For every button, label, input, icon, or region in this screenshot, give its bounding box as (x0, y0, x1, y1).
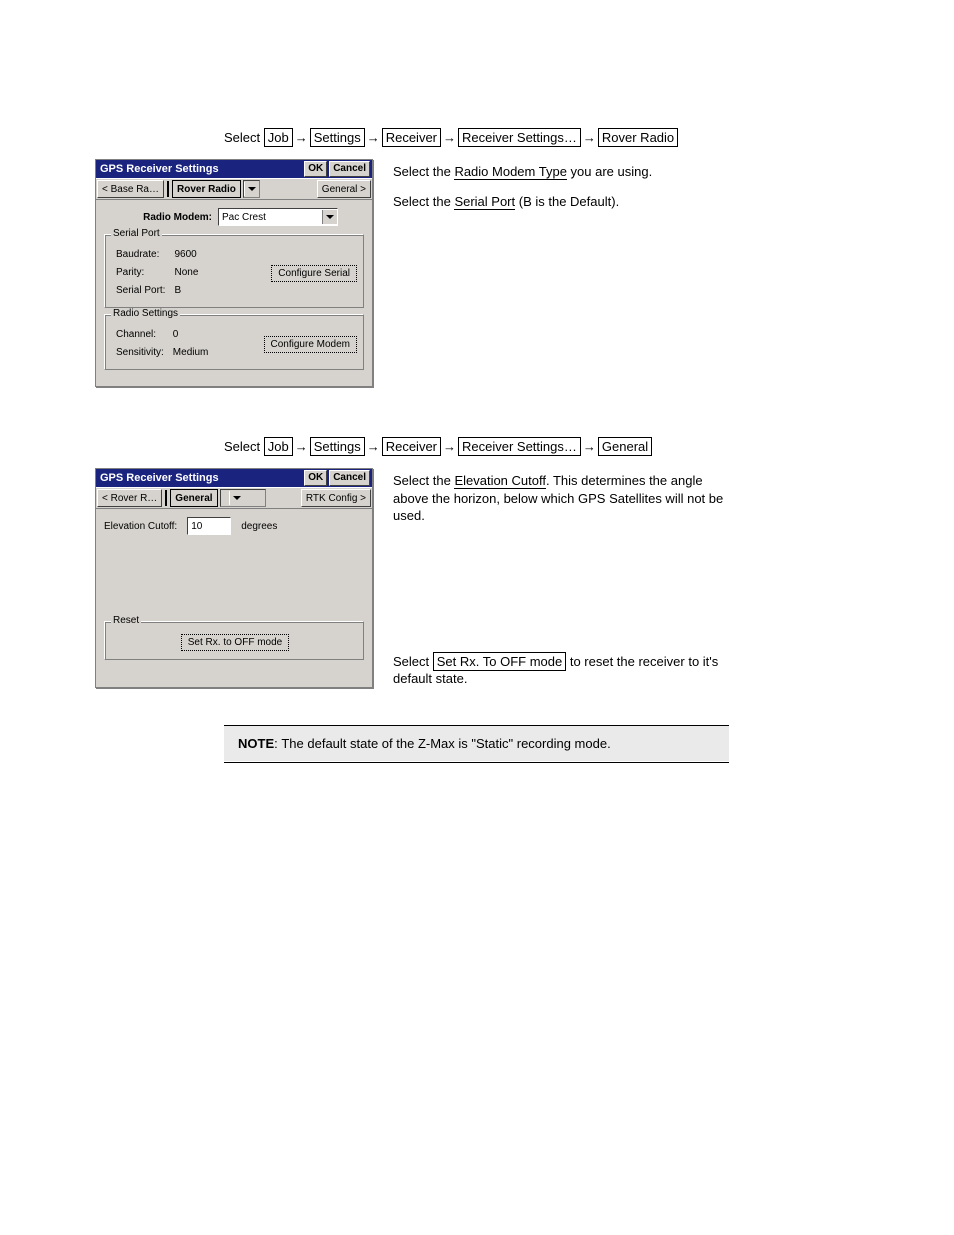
tab-next[interactable]: General > (317, 180, 371, 198)
crumb-receiver-2: Receiver (382, 437, 441, 456)
tab-current-label-2: General (175, 493, 212, 504)
tab-current[interactable]: Rover Radio (172, 180, 241, 198)
crumb-receiver-settings: Receiver Settings… (458, 128, 581, 147)
elevation-cutoff-input[interactable]: 10 (187, 517, 231, 535)
instructions-rover-radio: Select the Radio Modem Type you are usin… (393, 159, 652, 222)
tab-current-2[interactable]: General (170, 489, 217, 507)
tab-row: < Base Ra… Rover Radio General > (96, 178, 372, 200)
crumb-settings: Settings (310, 128, 365, 147)
radio-settings-legend: Radio Settings (111, 308, 180, 319)
serial-port-legend: Serial Port (111, 228, 162, 239)
serial-port-values: Baudrate:9600 Parity:None Serial Port:B (113, 245, 201, 301)
note-block: NOTE: The default state of the Z-Max is … (224, 724, 729, 763)
tab-current-label: Rover Radio (177, 184, 236, 195)
ok-button[interactable]: OK (304, 161, 327, 177)
window-title-2: GPS Receiver Settings (100, 472, 302, 484)
tab-dropdown[interactable] (243, 180, 260, 198)
radio-modem-value: Pac Crest (219, 212, 322, 223)
crumb-settings-2: Settings (310, 437, 365, 456)
note-label: NOTE (238, 736, 274, 751)
tab-row-2: < Rover R… General RTK Config > (96, 487, 372, 509)
cancel-button[interactable]: Cancel (329, 161, 370, 177)
elevation-cutoff-label: Elevation Cutoff: (104, 521, 177, 532)
crumb-rover-radio: Rover Radio (598, 128, 678, 147)
note-text: The default state of the Z-Max is "Stati… (281, 736, 610, 751)
breadcrumb-general: Select Job→Settings→Receiver→Receiver Se… (224, 439, 859, 454)
titlebar: GPS Receiver Settings OK Cancel (96, 160, 372, 178)
radio-modem-select[interactable]: Pac Crest (218, 208, 338, 226)
crumb-job: Job (264, 128, 293, 147)
dialog-general: GPS Receiver Settings OK Cancel < Rover … (95, 468, 373, 688)
tab-dropdown-2[interactable] (220, 489, 266, 507)
crumb-receiver-settings-2: Receiver Settings… (458, 437, 581, 456)
reset-group: Reset Set Rx. to OFF mode (104, 621, 364, 660)
tab-next-2[interactable]: RTK Config > (301, 489, 371, 507)
radio-settings-group: Radio Settings Channel:0 Sensitivity:Med… (104, 314, 364, 370)
breadcrumb-intro: Select (224, 130, 264, 145)
instructions-general: Select the Elevation Cutoff. This determ… (393, 468, 733, 700)
ok-button-2[interactable]: OK (304, 470, 327, 486)
chevron-down-icon (322, 210, 337, 224)
set-rx-off-button[interactable]: Set Rx. to OFF mode (181, 634, 289, 651)
tab-prev[interactable]: < Base Ra… (97, 180, 164, 198)
tab-prev-2[interactable]: < Rover R… (97, 489, 162, 507)
crumb-receiver: Receiver (382, 128, 441, 147)
chevron-down-icon (229, 491, 244, 505)
reset-legend: Reset (111, 615, 141, 626)
cancel-button-2[interactable]: Cancel (329, 470, 370, 486)
radio-settings-values: Channel:0 Sensitivity:Medium (113, 325, 211, 363)
elevation-cutoff-units: degrees (241, 521, 277, 532)
window-title: GPS Receiver Settings (100, 163, 302, 175)
breadcrumb-intro-2: Select (224, 439, 264, 454)
crumb-job-2: Job (264, 437, 293, 456)
configure-serial-button[interactable]: Configure Serial (271, 265, 357, 282)
crumb-general: General (598, 437, 652, 456)
serial-port-group: Serial Port Baudrate:9600 Parity:None Se… (104, 234, 364, 308)
titlebar-2: GPS Receiver Settings OK Cancel (96, 469, 372, 487)
dialog-rover-radio: GPS Receiver Settings OK Cancel < Base R… (95, 159, 373, 387)
chevron-down-icon (244, 182, 259, 196)
radio-modem-label: Radio Modem: (104, 212, 218, 223)
breadcrumb-rover-radio: Select Job→Settings→Receiver→Receiver Se… (224, 130, 859, 145)
configure-modem-button[interactable]: Configure Modem (264, 336, 357, 353)
set-rx-off-reference: Set Rx. To OFF mode (433, 652, 566, 671)
